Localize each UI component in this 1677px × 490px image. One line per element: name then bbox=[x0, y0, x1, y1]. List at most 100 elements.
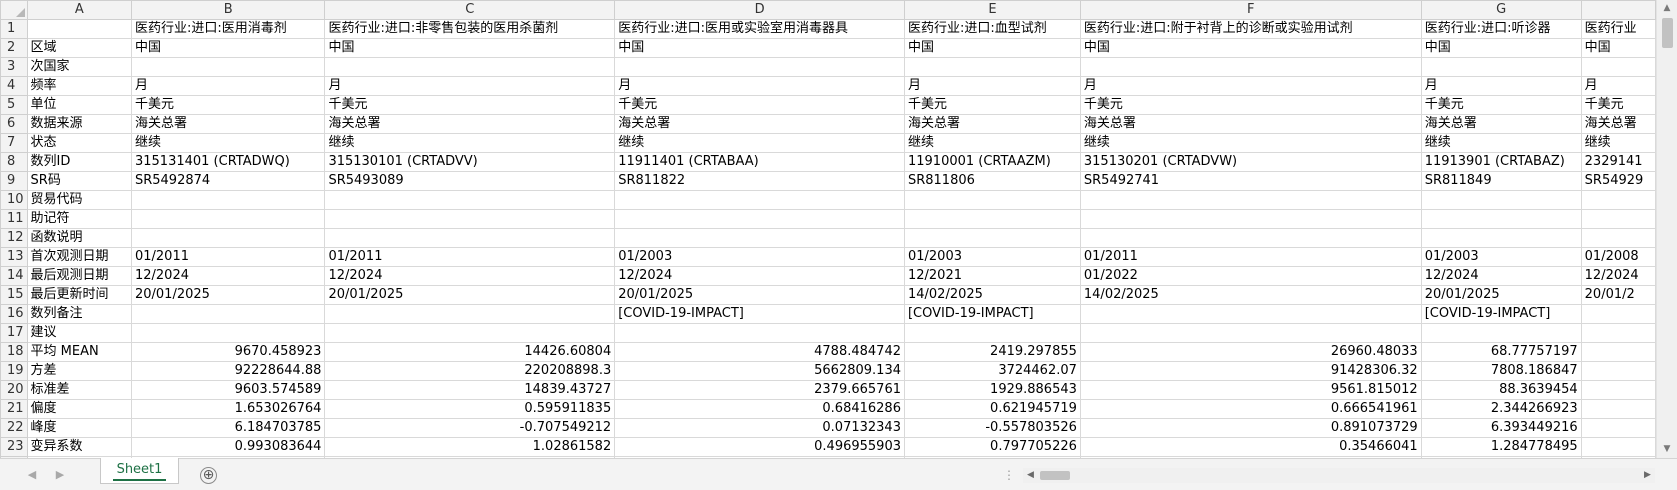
column-header-b[interactable]: B bbox=[130, 0, 326, 20]
cell[interactable]: [COVID-19-IMPACT] bbox=[614, 304, 905, 324]
row-header[interactable]: 2 bbox=[0, 38, 28, 58]
cell[interactable]: 千美元 bbox=[1079, 95, 1422, 115]
cell[interactable]: 2.344266923 bbox=[1420, 399, 1582, 419]
cell[interactable]: SR811849 bbox=[1420, 171, 1582, 191]
cell[interactable]: 月 bbox=[130, 76, 326, 96]
row-header[interactable]: 19 bbox=[0, 361, 28, 381]
cell[interactable]: 3724462.07 bbox=[903, 361, 1081, 381]
cell[interactable]: 12/2024 bbox=[1580, 266, 1656, 286]
cell[interactable]: 220208898.3 bbox=[324, 361, 616, 381]
spreadsheet-grid[interactable]: A B C D E F G 1 医药行业:进口:医用消毒剂 医药行业:进口:非零售包… bbox=[0, 0, 1656, 458]
cell[interactable] bbox=[1580, 190, 1656, 210]
cell[interactable]: 月 bbox=[324, 76, 616, 96]
cell[interactable]: 月 bbox=[1420, 76, 1582, 96]
cell[interactable]: 单位 bbox=[26, 95, 132, 115]
cell[interactable]: SR5493089 bbox=[324, 171, 616, 191]
column-header-e[interactable]: E bbox=[903, 0, 1081, 20]
cell[interactable]: 11913901 (CRTABAZ) bbox=[1420, 152, 1582, 172]
cell[interactable]: 20/01/2025 bbox=[1420, 285, 1582, 305]
cell[interactable]: [COVID-19-IMPACT] bbox=[903, 304, 1081, 324]
cell[interactable]: 68.77757197 bbox=[1420, 342, 1582, 362]
cell[interactable]: 14426.60804 bbox=[324, 342, 616, 362]
cell[interactable]: 方差 bbox=[26, 361, 132, 381]
cell[interactable]: SR5492874 bbox=[130, 171, 326, 191]
cell[interactable]: 11910001 (CRTAAZM) bbox=[903, 152, 1081, 172]
cell[interactable]: 12/2021 bbox=[903, 266, 1081, 286]
cell[interactable]: 峰度 bbox=[26, 418, 132, 438]
cell[interactable]: 千美元 bbox=[1580, 95, 1656, 115]
cell[interactable]: 次国家 bbox=[26, 57, 132, 77]
cell[interactable] bbox=[324, 57, 616, 77]
cell[interactable]: 01/2003 bbox=[1420, 247, 1582, 267]
scroll-left-icon[interactable]: ◀ bbox=[1023, 468, 1038, 483]
cell[interactable]: 01/2003 bbox=[903, 247, 1081, 267]
cell[interactable]: 海关总署 bbox=[130, 114, 326, 134]
cell[interactable]: 千美元 bbox=[1420, 95, 1582, 115]
cell[interactable]: 2379.665761 bbox=[614, 380, 905, 400]
column-header-a[interactable]: A bbox=[26, 0, 132, 20]
select-all-corner[interactable] bbox=[0, 0, 28, 20]
column-header-c[interactable]: C bbox=[324, 0, 616, 20]
prev-sheet-icon[interactable]: ◀ bbox=[22, 466, 42, 484]
cell[interactable] bbox=[903, 190, 1081, 210]
row-header[interactable]: 9 bbox=[0, 171, 28, 191]
cell[interactable] bbox=[1580, 380, 1656, 400]
cell[interactable] bbox=[130, 190, 326, 210]
cell[interactable]: 14/02/2025 bbox=[1079, 285, 1422, 305]
cell[interactable]: 继续 bbox=[1420, 133, 1582, 153]
cell[interactable]: 月 bbox=[1079, 76, 1422, 96]
cell[interactable]: 海关总署 bbox=[1079, 114, 1422, 134]
cell[interactable] bbox=[1079, 228, 1422, 248]
row-header[interactable]: 13 bbox=[0, 247, 28, 267]
cell[interactable]: 中国 bbox=[324, 38, 616, 58]
cell[interactable]: 0.666541961 bbox=[1079, 399, 1422, 419]
cell[interactable] bbox=[1420, 57, 1582, 77]
cell[interactable]: 数据来源 bbox=[26, 114, 132, 134]
scroll-right-icon[interactable]: ▶ bbox=[1640, 468, 1655, 483]
cell[interactable]: 0.07132343 bbox=[614, 418, 905, 438]
cell[interactable] bbox=[130, 323, 326, 343]
cell[interactable]: 中国 bbox=[1580, 38, 1656, 58]
cell[interactable]: 01/2011 bbox=[1079, 247, 1422, 267]
cell[interactable] bbox=[1420, 209, 1582, 229]
cell[interactable] bbox=[1079, 304, 1422, 324]
cell[interactable]: 4788.484742 bbox=[614, 342, 905, 362]
cell[interactable]: 千美元 bbox=[614, 95, 905, 115]
cell[interactable] bbox=[903, 57, 1081, 77]
cell[interactable]: 中国 bbox=[130, 38, 326, 58]
cell[interactable]: 最后观测日期 bbox=[26, 266, 132, 286]
cell[interactable] bbox=[324, 190, 616, 210]
cell[interactable]: 20/01/2025 bbox=[324, 285, 616, 305]
row-header[interactable]: 3 bbox=[0, 57, 28, 77]
cell[interactable]: 12/2024 bbox=[1420, 266, 1582, 286]
cell[interactable]: 海关总署 bbox=[903, 114, 1081, 134]
cell[interactable]: 0.993083644 bbox=[130, 437, 326, 457]
cell[interactable]: 01/2011 bbox=[130, 247, 326, 267]
cell[interactable]: 变异系数 bbox=[26, 437, 132, 457]
cell[interactable] bbox=[903, 209, 1081, 229]
cell[interactable] bbox=[1079, 323, 1422, 343]
vertical-scrollbar[interactable]: ▲ ▼ bbox=[1656, 0, 1677, 458]
row-header[interactable]: 18 bbox=[0, 342, 28, 362]
cell[interactable]: 0.891073729 bbox=[1079, 418, 1422, 438]
cell[interactable] bbox=[614, 323, 905, 343]
split-handle-icon[interactable]: ⋮ bbox=[1003, 466, 1015, 484]
row-header[interactable]: 8 bbox=[0, 152, 28, 172]
cell[interactable]: 20/01/2 bbox=[1580, 285, 1656, 305]
cell[interactable] bbox=[324, 323, 616, 343]
cell[interactable]: 偏度 bbox=[26, 399, 132, 419]
row-header[interactable]: 17 bbox=[0, 323, 28, 343]
cell[interactable] bbox=[614, 190, 905, 210]
cell[interactable] bbox=[903, 323, 1081, 343]
cell[interactable] bbox=[1420, 190, 1582, 210]
cell[interactable]: 92228644.88 bbox=[130, 361, 326, 381]
cell[interactable]: 0.496955903 bbox=[614, 437, 905, 457]
cell[interactable]: 6.184703785 bbox=[130, 418, 326, 438]
cell[interactable]: 315131401 (CRTADWQ) bbox=[130, 152, 326, 172]
cell[interactable] bbox=[1580, 57, 1656, 77]
row-header[interactable]: 23 bbox=[0, 437, 28, 457]
row-header[interactable]: 10 bbox=[0, 190, 28, 210]
cell[interactable]: SR811806 bbox=[903, 171, 1081, 191]
horizontal-scrollbar[interactable]: ◀ ▶ bbox=[1023, 468, 1655, 483]
cell[interactable]: 01/2003 bbox=[614, 247, 905, 267]
